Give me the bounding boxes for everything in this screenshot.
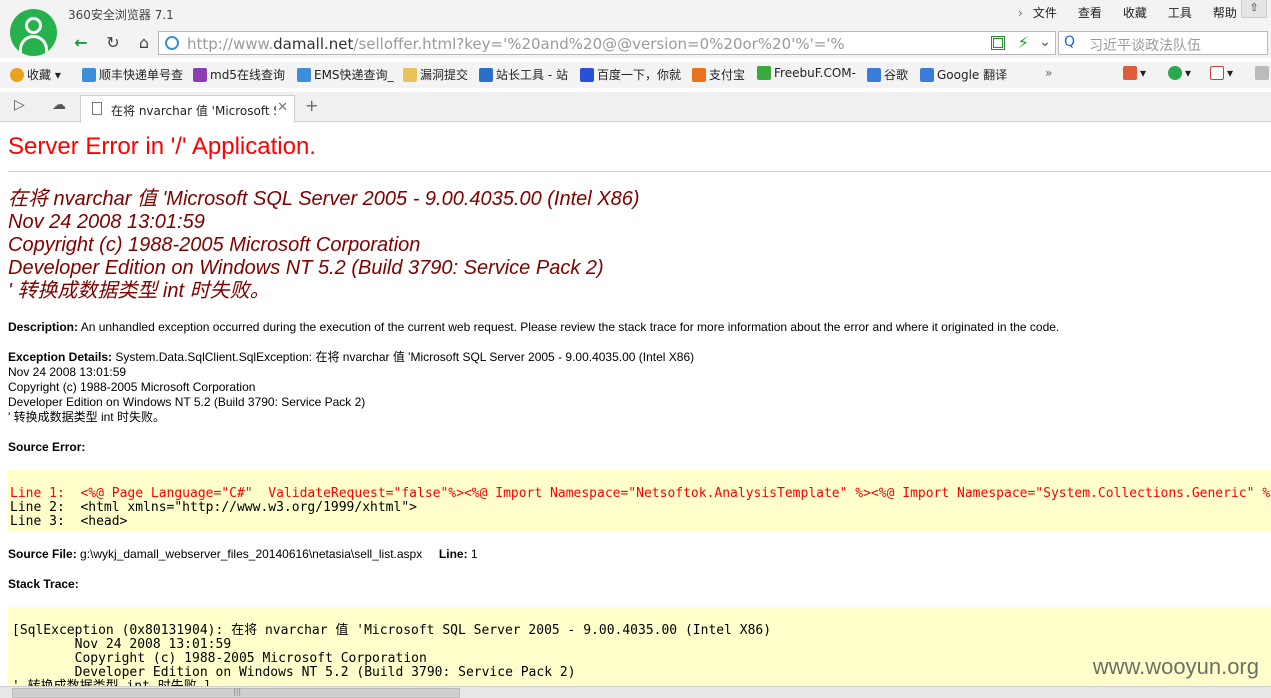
bookmark-icon bbox=[82, 68, 96, 82]
source-file-path: g:\wykj_damall_webserver_files_20140616\… bbox=[80, 547, 423, 561]
search-box[interactable]: Q 习近平谈政法队伍 bbox=[1058, 31, 1268, 55]
chevron-right-icon[interactable]: › bbox=[1018, 6, 1023, 20]
menu-view[interactable]: 查看 bbox=[1078, 4, 1102, 21]
stack-line: Copyright (c) 1988-2005 Microsoft Corpor… bbox=[12, 651, 427, 666]
tab-active[interactable]: 在将 nvarchar 值 'Microsoft S ✕ bbox=[80, 95, 295, 123]
stack-trace-box: [SqlException (0x80131904): 在将 nvarchar … bbox=[8, 607, 1271, 698]
address-url[interactable]: http://www.damall.net/selloffer.html?key… bbox=[187, 35, 845, 53]
description: Description: An unhandled exception occu… bbox=[8, 320, 1059, 334]
divider bbox=[8, 171, 1271, 172]
translate-icon bbox=[920, 68, 934, 82]
bookmark-item[interactable]: 支付宝 bbox=[692, 66, 745, 83]
back-arrow-icon[interactable]: ← bbox=[70, 32, 92, 54]
exception-line: ' 转换成数据类型 int 时失败。 bbox=[8, 410, 165, 424]
search-icon[interactable]: Q bbox=[1064, 34, 1075, 50]
exception-line: Nov 24 2008 13:01:59 bbox=[8, 365, 127, 379]
horizontal-scrollbar[interactable]: ||| bbox=[0, 686, 1271, 698]
exception-details: Exception Details: System.Data.SqlClient… bbox=[8, 350, 694, 425]
stack-line: Nov 24 2008 13:01:59 bbox=[12, 637, 232, 652]
new-tab-icon[interactable]: + bbox=[305, 96, 318, 115]
document-icon bbox=[92, 102, 102, 115]
error-line: Copyright (c) 1988-2005 Microsoft Corpor… bbox=[8, 234, 421, 256]
google-icon bbox=[867, 68, 881, 82]
navigation-bar: ← ↻ ⌂ http://www.damall.net/selloffer.ht… bbox=[0, 28, 1271, 58]
bookmark-icon bbox=[297, 68, 311, 82]
exception-line: System.Data.SqlClient.SqlException: 在将 n… bbox=[115, 350, 695, 364]
bookmark-item[interactable]: 百度一下，你就 bbox=[580, 66, 681, 83]
grip-icon: ||| bbox=[233, 687, 242, 696]
page-content: Server Error in '/' Application. 在将 nvar… bbox=[0, 123, 1271, 698]
close-tab-icon[interactable]: ✕ bbox=[277, 100, 288, 115]
bookmarks-bar: 收藏 ▾ 顺丰快递单号查 md5在线查询 EMS快递查询_ 漏洞提交 站长工具 … bbox=[0, 62, 1271, 88]
star-icon bbox=[10, 68, 24, 82]
alipay-icon bbox=[692, 68, 706, 82]
bookmark-icon bbox=[193, 68, 207, 82]
stack-line: [SqlException (0x80131904): 在将 nvarchar … bbox=[12, 623, 772, 638]
lightning-icon[interactable]: ⚡ bbox=[1018, 33, 1029, 52]
source-code-box: Line 1: <%@ Page Language="C#" ValidateR… bbox=[8, 470, 1271, 532]
exception-line: Developer Edition on Windows NT 5.2 (Bui… bbox=[8, 395, 366, 409]
menu-bar: › 文件 查看 收藏 工具 帮助 bbox=[1018, 4, 1258, 21]
bookmark-item[interactable]: Google 翻译 bbox=[920, 66, 1007, 83]
chevron-down-icon[interactable]: ⌄ bbox=[1039, 34, 1051, 50]
description-text: An unhandled exception occurred during t… bbox=[80, 320, 1060, 334]
menu-favorites[interactable]: 收藏 bbox=[1123, 4, 1147, 21]
qr-code-icon[interactable] bbox=[991, 36, 1005, 50]
page-title: Server Error in '/' Application. bbox=[8, 133, 316, 160]
app-title: 360安全浏览器 7.1 bbox=[68, 8, 174, 22]
error-line: Nov 24 2008 13:01:59 bbox=[8, 211, 205, 233]
reading-icon[interactable]: ▾ bbox=[1210, 66, 1233, 80]
globe-icon bbox=[165, 36, 179, 50]
cloud-icon[interactable]: ☁ bbox=[52, 97, 66, 113]
bookmark-item[interactable]: md5在线查询 bbox=[193, 66, 285, 83]
stack-line: Developer Edition on Windows NT 5.2 (Bui… bbox=[12, 665, 576, 680]
bookmark-icon bbox=[479, 68, 493, 82]
freebuf-icon bbox=[757, 66, 771, 80]
shield-icon[interactable]: ▾ bbox=[1168, 66, 1191, 80]
bookmark-item[interactable]: EMS快递查询_ bbox=[297, 66, 394, 83]
description-label: Description: bbox=[8, 320, 79, 334]
source-line: Line 2: <html xmlns="http://www.w3.org/1… bbox=[10, 500, 417, 515]
menu-file[interactable]: 文件 bbox=[1033, 4, 1057, 21]
baidu-paw-icon bbox=[580, 68, 594, 82]
line-value: 1 bbox=[470, 547, 478, 561]
pin-icon[interactable]: ⇧ bbox=[1241, 0, 1267, 18]
bookmark-item[interactable]: 顺丰快递单号查 bbox=[82, 66, 183, 83]
home-icon[interactable]: ⌂ bbox=[133, 32, 155, 54]
tab-title: 在将 nvarchar 值 'Microsoft S bbox=[111, 104, 276, 118]
search-input[interactable]: 习近平谈政法队伍 bbox=[1089, 35, 1201, 55]
refresh-icon[interactable]: ↻ bbox=[102, 32, 124, 54]
address-bar[interactable]: http://www.damall.net/selloffer.html?key… bbox=[158, 31, 1056, 55]
bookmark-favorites[interactable]: 收藏 ▾ bbox=[10, 66, 61, 83]
exception-line: Copyright (c) 1988-2005 Microsoft Corpor… bbox=[8, 380, 256, 394]
source-line: Line 3: <head> bbox=[10, 514, 128, 529]
source-line: Line 1: <%@ Page Language="C#" ValidateR… bbox=[10, 486, 1271, 501]
more-bookmarks-icon[interactable]: » bbox=[1045, 66, 1052, 80]
error-line: Developer Edition on Windows NT 5.2 (Bui… bbox=[8, 257, 604, 279]
bookmark-item[interactable]: 谷歌 bbox=[867, 66, 908, 83]
folder-icon bbox=[403, 68, 417, 82]
watermark: www.wooyun.org bbox=[1092, 654, 1259, 679]
tab-bar: ▷ ☁ 在将 nvarchar 值 'Microsoft S ✕ + bbox=[0, 92, 1271, 123]
title-bar: 360安全浏览器 7.1 › 文件 查看 收藏 工具 帮助 ⇧ bbox=[0, 0, 1271, 28]
source-error-label: Source Error: bbox=[8, 440, 86, 454]
error-line: 在将 nvarchar 值 'Microsoft SQL Server 2005… bbox=[8, 188, 640, 210]
apps-grid-icon[interactable]: ▾ bbox=[1123, 66, 1146, 80]
menu-help[interactable]: 帮助 bbox=[1213, 4, 1237, 21]
sidebar-toggle-icon[interactable]: ▷ bbox=[14, 97, 25, 113]
source-file-label: Source File: bbox=[8, 547, 77, 561]
bookmark-item[interactable]: 站长工具 - 站 bbox=[479, 66, 568, 83]
exception-label: Exception Details: bbox=[8, 350, 113, 364]
extension-icon[interactable] bbox=[1255, 66, 1271, 80]
error-line: ' 转换成数据类型 int 时失败。 bbox=[8, 280, 270, 302]
line-label: Line: bbox=[438, 547, 468, 561]
browser-logo-icon[interactable] bbox=[10, 9, 57, 56]
bookmark-item[interactable]: 漏洞提交 bbox=[403, 66, 468, 83]
source-file: Source File: g:\wykj_damall_webserver_fi… bbox=[8, 547, 478, 561]
menu-tools[interactable]: 工具 bbox=[1168, 4, 1192, 21]
stack-trace-label: Stack Trace: bbox=[8, 577, 79, 591]
error-message: 在将 nvarchar 值 'Microsoft SQL Server 2005… bbox=[8, 188, 640, 303]
bookmark-item[interactable]: FreebuF.COM- bbox=[757, 66, 856, 80]
